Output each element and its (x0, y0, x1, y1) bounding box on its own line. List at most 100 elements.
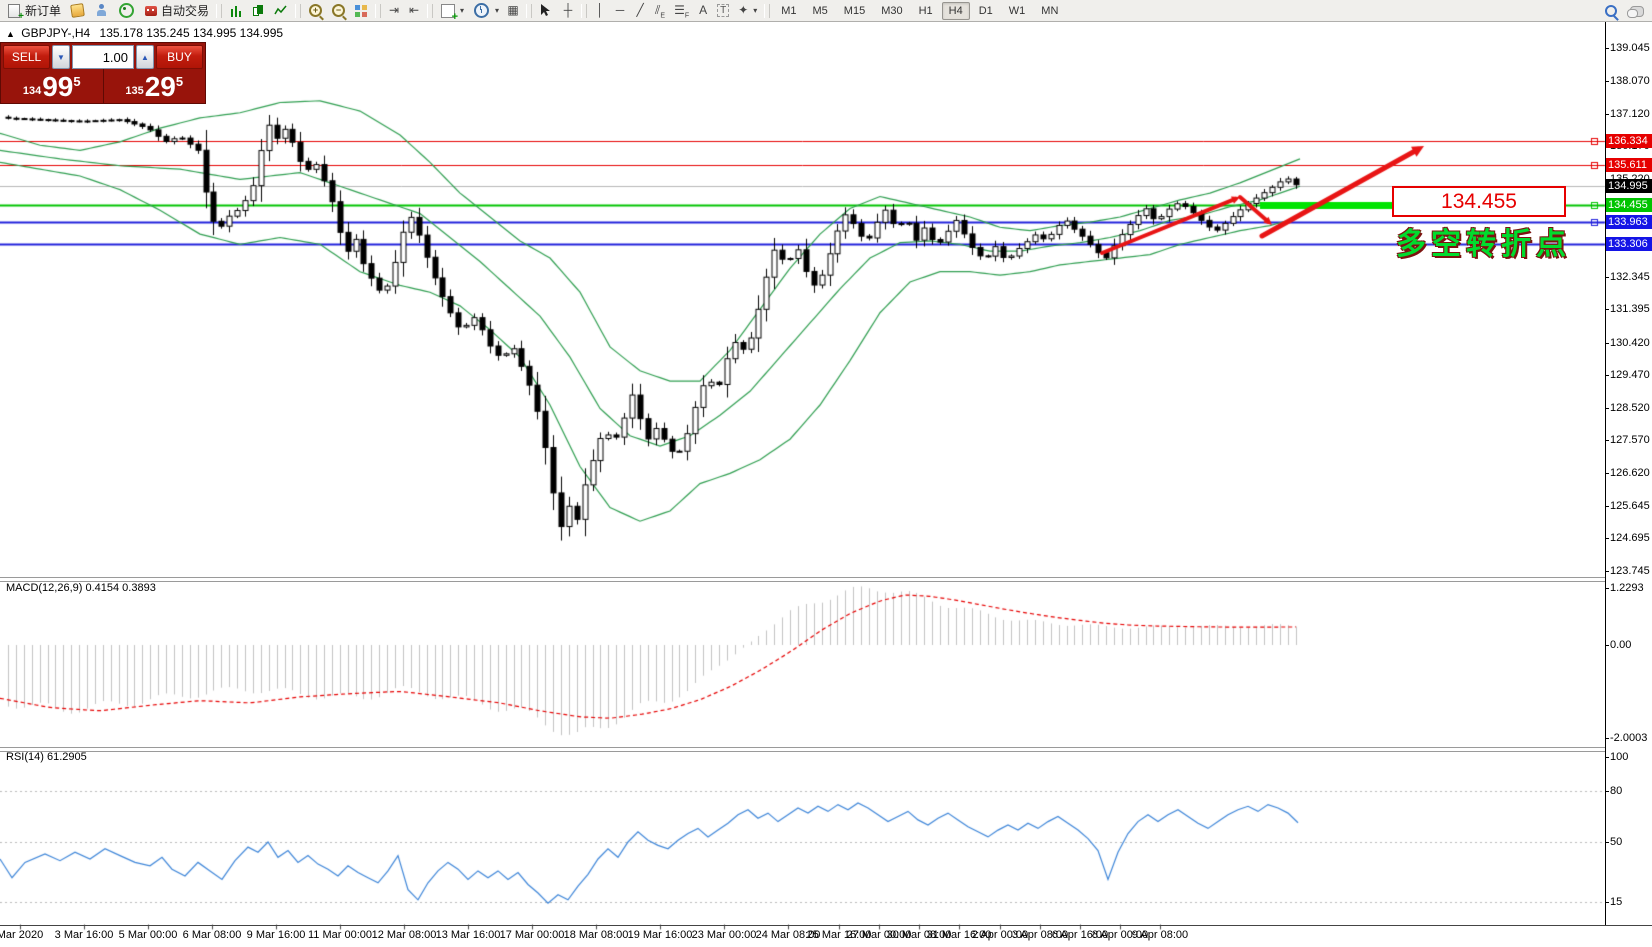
price-axis-label: 125.645 (1610, 500, 1650, 512)
toolbar-grip (216, 4, 222, 18)
arrows-button[interactable]: ✦▾ (733, 2, 761, 20)
horizontal-line-button[interactable]: ─ (610, 2, 630, 20)
cursor-icon (539, 3, 554, 18)
volume-input[interactable]: 1.00 (72, 45, 134, 69)
periods-button[interactable]: ▾ (468, 2, 503, 20)
price-axis-label: 139.045 (1610, 42, 1650, 54)
vertical-line-button[interactable]: │ (590, 2, 610, 20)
price-axis-label: 130.420 (1610, 337, 1650, 349)
dropdown-caret-icon: ▾ (460, 6, 464, 15)
zoom-out-icon: − (332, 4, 345, 17)
bar-chart-icon (230, 5, 242, 17)
zoom-in-button[interactable]: + (304, 2, 327, 20)
cursor-button[interactable] (535, 2, 558, 20)
line-chart-icon (274, 4, 287, 17)
macd-axis-label: 1.2293 (1610, 582, 1644, 594)
one-click-trading-panel: SELL ▼ 1.00 ▲ BUY 134995 135295 (0, 42, 206, 104)
chart-shift-button[interactable]: ⇤ (404, 2, 424, 20)
toolbar-grip (581, 4, 587, 18)
price-axis-label: 124.695 (1610, 532, 1650, 544)
price-axis-label: 137.120 (1610, 108, 1650, 120)
timeframe-button-m15[interactable]: M15 (837, 2, 872, 20)
time-axis-label: 11 Mar 00:00 (308, 929, 372, 941)
crosshair-button[interactable]: ┼ (558, 2, 578, 20)
auto-trading-icon (145, 6, 157, 16)
turning-point-annotation[interactable]: 多空转折点 (1396, 219, 1571, 263)
sell-button[interactable]: SELL (3, 45, 50, 69)
macd-indicator-label: MACD(12,26,9) 0.4154 0.3893 (6, 582, 156, 594)
timeframe-button-m30[interactable]: M30 (874, 2, 909, 20)
candlestick-chart-button[interactable] (247, 2, 269, 20)
fibonacci-button[interactable]: ☰F (670, 2, 693, 20)
price-axis-label: 128.520 (1610, 402, 1650, 414)
text-button[interactable]: A (693, 2, 713, 20)
price-annotation-box[interactable]: 134.455 (1392, 186, 1566, 217)
search-icon[interactable] (1605, 5, 1617, 17)
toolbar-grip (375, 4, 381, 18)
price-tag-136.334: 136.334 (1606, 134, 1652, 148)
line-chart-button[interactable] (269, 2, 292, 20)
volume-increase-button[interactable]: ▲ (136, 45, 154, 69)
top-toolbar: 新订单 自动交易 + − ⇥ ⇤ ▾ ▾ ▦ ┼ (0, 0, 1652, 22)
time-axis-label: 5 Mar 00:00 (119, 929, 178, 941)
timeframe-button-w1[interactable]: W1 (1002, 2, 1033, 20)
rsi-panel-splitter[interactable] (0, 747, 1605, 752)
sell-price-big: 99 (42, 74, 73, 100)
price-axis-label: 129.470 (1610, 369, 1650, 381)
time-axis-label: 17 Mar 00:00 (500, 929, 565, 941)
arrows-icon: ✦ (737, 3, 749, 18)
equidistant-channel-button[interactable]: ⫽E (650, 2, 670, 20)
label-button[interactable]: T (713, 2, 733, 20)
timeframe-button-h4[interactable]: H4 (942, 2, 970, 20)
timeframe-button-d1[interactable]: D1 (972, 2, 1000, 20)
trendline-button[interactable]: ╱ (630, 2, 650, 20)
market-watch-icon (70, 3, 85, 18)
symbol-ohlc-values: 135.178 135.245 134.995 134.995 (100, 26, 284, 40)
price-axis-label: 131.395 (1610, 303, 1650, 315)
price-axis-label: 127.570 (1610, 434, 1650, 446)
auto-trading-label: 自动交易 (161, 2, 209, 19)
label-icon: T (717, 4, 729, 17)
tile-windows-button[interactable] (350, 2, 372, 20)
timeframe-toolbar: M1M5M15M30H1H4D1W1MN (773, 0, 1066, 22)
new-order-button[interactable]: 新订单 (2, 2, 65, 20)
price-axis-label: 132.345 (1610, 271, 1650, 283)
time-axis-label: 12 Mar 08:00 (372, 929, 437, 941)
indicators-button[interactable]: ▾ (436, 2, 468, 20)
new-order-icon (8, 4, 20, 18)
buy-price-big: 29 (145, 74, 176, 100)
market-watch-button[interactable] (65, 2, 90, 20)
buy-price-display[interactable]: 135295 (104, 69, 206, 103)
collapse-arrow-icon[interactable]: ▲ (6, 29, 15, 39)
data-window-button[interactable] (90, 2, 113, 20)
fibonacci-icon: ☰F (674, 3, 689, 18)
data-window-icon (95, 4, 108, 17)
buy-button[interactable]: BUY (156, 45, 203, 69)
macd-axis-label: -2.0003 (1610, 732, 1647, 744)
toolbar-grip (295, 4, 301, 18)
volume-decrease-button[interactable]: ▼ (52, 45, 70, 69)
zoom-out-button[interactable]: − (327, 2, 350, 20)
periods-icon (474, 3, 489, 18)
timeframe-button-h1[interactable]: H1 (912, 2, 940, 20)
auto-scroll-button[interactable]: ⇥ (384, 2, 404, 20)
chat-icon[interactable] (1630, 6, 1644, 17)
equidistant-channel-icon: ⫽E (654, 3, 666, 18)
signals-button[interactable] (113, 2, 140, 20)
dropdown-caret-icon: ▾ (495, 6, 499, 15)
buy-price-sup: 5 (176, 74, 183, 89)
sell-price-prefix: 134 (23, 85, 41, 97)
chart-canvas[interactable] (0, 0, 1652, 947)
timeframe-button-m5[interactable]: M5 (806, 2, 835, 20)
time-axis-label: 9 Mar 16:00 (247, 929, 306, 941)
chart-shift-icon: ⇤ (408, 3, 420, 18)
bar-chart-button[interactable] (225, 2, 247, 20)
timeframe-button-m1[interactable]: M1 (774, 2, 803, 20)
timeframe-button-mn[interactable]: MN (1034, 2, 1065, 20)
buy-price-prefix: 135 (125, 85, 143, 97)
sell-price-display[interactable]: 134995 (1, 69, 104, 103)
auto-trading-button[interactable]: 自动交易 (140, 2, 213, 20)
time-axis-label: 23 Mar 00:00 (692, 929, 757, 941)
macd-panel-splitter[interactable] (0, 577, 1605, 582)
templates-button[interactable]: ▦ (503, 2, 523, 20)
